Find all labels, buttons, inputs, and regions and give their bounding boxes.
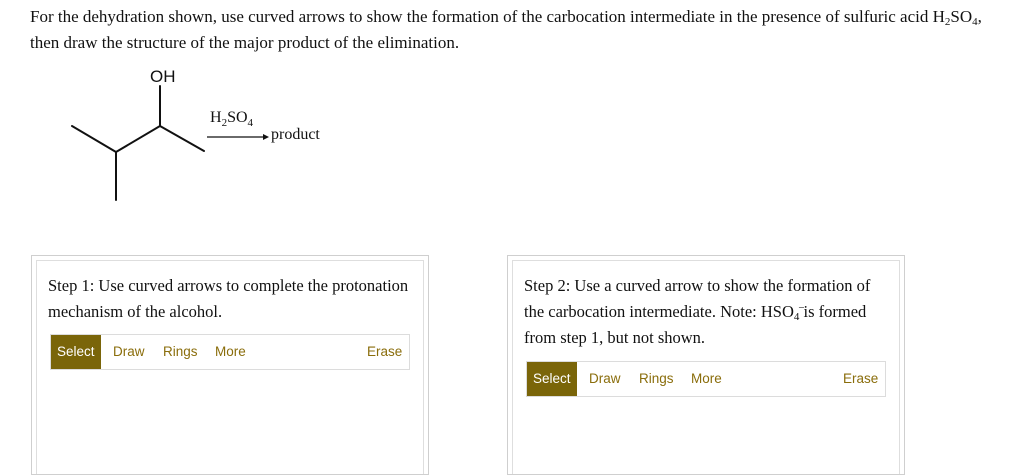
reagent-label: H2SO4 — [210, 109, 254, 129]
bond — [71, 125, 117, 153]
select-button[interactable]: Select — [527, 362, 577, 396]
step2-panel: Step 2: Use a curved arrow to show the f… — [507, 255, 905, 475]
step1-toolbar: Select Draw Rings More Erase — [50, 334, 410, 370]
bond — [159, 125, 205, 152]
erase-button[interactable]: Erase — [361, 335, 408, 369]
step1-instructions: Step 1: Use curved arrows to complete th… — [48, 276, 409, 321]
rings-button[interactable]: Rings — [157, 335, 204, 369]
draw-button[interactable]: Draw — [107, 335, 151, 369]
step1-panel: Step 1: Use curved arrows to complete th… — [31, 255, 429, 475]
reagent-part: H — [210, 109, 222, 126]
bond — [115, 125, 161, 153]
product-label: product — [271, 126, 320, 143]
reaction-scheme: OH H2SO4 product — [71, 67, 320, 201]
erase-button[interactable]: Erase — [837, 362, 884, 396]
rings-button[interactable]: Rings — [633, 362, 680, 396]
draw-button[interactable]: Draw — [583, 362, 627, 396]
select-button[interactable]: Select — [51, 335, 101, 369]
step2-toolbar: Select Draw Rings More Erase — [526, 361, 886, 397]
hydroxyl-label: OH — [150, 67, 176, 86]
hso4-charge: 4− — [794, 302, 805, 323]
step2-instructions: Step 2: Use a curved arrow to show the f… — [524, 273, 888, 351]
reaction-arrowhead — [263, 134, 269, 140]
reagent-subscript: 4 — [248, 117, 254, 129]
reagent-part: SO — [227, 109, 247, 126]
more-button[interactable]: More — [209, 335, 252, 369]
more-button[interactable]: More — [685, 362, 728, 396]
step2-superscript: − — [798, 302, 805, 314]
